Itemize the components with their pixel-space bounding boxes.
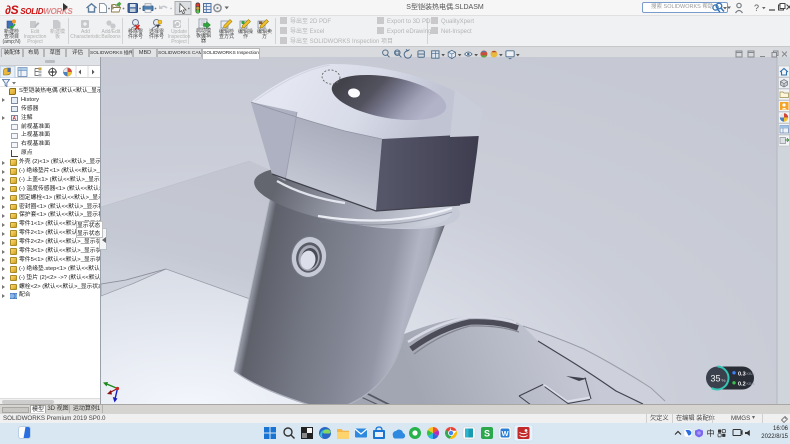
svg-text:KB/s: KB/s	[747, 382, 755, 386]
svg-text:35: 35	[710, 374, 720, 384]
svg-text:S: S	[484, 429, 490, 439]
svg-text:中: 中	[707, 428, 715, 438]
svg-text:KB/s: KB/s	[747, 372, 755, 376]
svg-text:%: %	[722, 378, 726, 383]
svg-text:?: ?	[754, 3, 759, 13]
svg-text:0.2: 0.2	[738, 381, 746, 387]
svg-text:0.3: 0.3	[738, 371, 746, 377]
svg-text:W: W	[501, 429, 509, 438]
